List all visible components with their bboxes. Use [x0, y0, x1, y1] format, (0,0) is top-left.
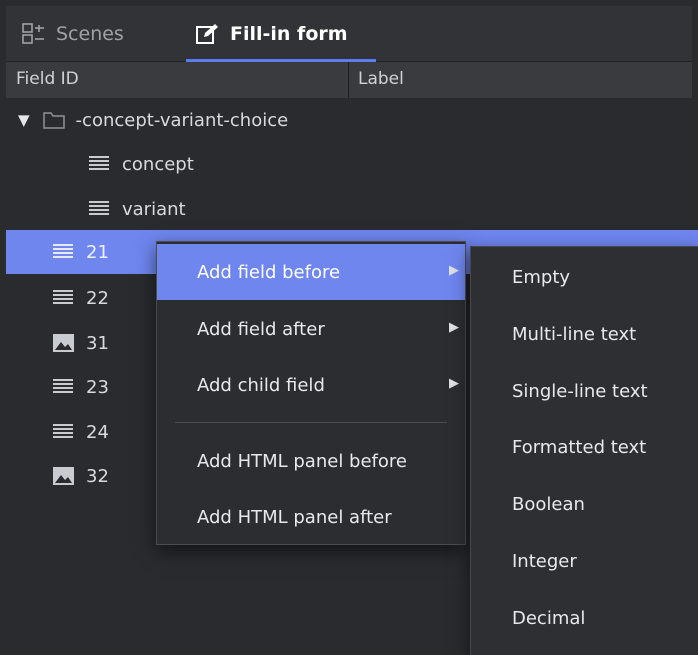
menu-item-add-html-panel-before[interactable]: Add HTML panel before [157, 433, 465, 489]
submenu-arrow-icon: ▶ [449, 263, 459, 278]
tree-row-label: 23 [86, 376, 109, 398]
menu-item-label: Add child field [197, 374, 325, 396]
tree-row-label: 22 [86, 287, 109, 309]
submenu-arrow-icon: ▶ [449, 320, 459, 335]
text-lines-icon [52, 423, 76, 441]
menu-item-add-html-panel-after[interactable]: Add HTML panel after [157, 489, 465, 545]
column-header: Field ID Label [6, 62, 692, 99]
image-icon [52, 333, 76, 353]
submenu-item-label: Empty [512, 267, 571, 288]
submenu-item-empty[interactable]: Empty [471, 249, 698, 306]
submenu-item-formatted-text[interactable]: Formatted text [471, 419, 698, 476]
folder-icon [42, 110, 66, 130]
text-lines-icon [88, 155, 112, 173]
submenu-item-decimal[interactable]: Decimal [471, 590, 698, 647]
text-lines-icon [88, 200, 112, 218]
tree-row-label: variant [122, 198, 186, 220]
submenu-arrow-icon: ▶ [449, 376, 459, 391]
column-resize-handle[interactable] [348, 62, 349, 98]
tree-row-label: 31 [86, 332, 109, 354]
menu-item-label: Add field before [197, 261, 341, 283]
menu-item-label: Add HTML panel after [197, 506, 392, 528]
tab-scenes-label: Scenes [56, 22, 124, 45]
image-icon [52, 466, 76, 486]
tree-row-label: concept [122, 153, 194, 175]
text-lines-icon [52, 243, 76, 261]
menu-item-add-child-field[interactable]: Add child field ▶ [157, 357, 465, 413]
scenes-icon [22, 22, 46, 45]
tree-row-label: -concept-variant-choice [75, 109, 289, 131]
expand-arrow-icon[interactable]: ▼ [18, 111, 30, 129]
submenu-item-multi-line-text[interactable]: Multi-line text [471, 306, 698, 363]
submenu-item-integer[interactable]: Integer [471, 533, 698, 590]
tree-row-label: 32 [86, 465, 109, 487]
menu-item-add-field-before[interactable]: Add field before ▶ [157, 244, 465, 300]
tab-fill-in-form[interactable]: Fill-in form [196, 6, 348, 61]
tree-row-concept[interactable]: concept [6, 142, 698, 186]
tab-scenes[interactable]: Scenes [22, 6, 124, 61]
tree-row-label: 21 [86, 241, 109, 263]
menu-item-label: Add HTML panel before [197, 450, 407, 472]
edit-form-icon [196, 23, 220, 45]
column-header-field-id[interactable]: Field ID [16, 69, 79, 89]
submenu-item-label: Formatted text [512, 437, 647, 458]
column-header-label[interactable]: Label [358, 69, 404, 89]
submenu-item-label: Multi-line text [512, 324, 637, 345]
submenu-item-single-line-text[interactable]: Single-line text [471, 363, 698, 420]
menu-item-label: Add field after [197, 318, 325, 340]
submenu-item-boolean[interactable]: Boolean [471, 476, 698, 533]
tab-bar: Scenes Fill-in form [6, 6, 692, 62]
context-menu: Add field before ▶ Add field after ▶ Add… [156, 241, 466, 545]
tree-row-variant[interactable]: variant [6, 187, 698, 231]
submenu-item-label: Boolean [512, 494, 585, 515]
field-type-submenu: Empty Multi-line text Single-line text F… [470, 246, 698, 655]
text-lines-icon [52, 289, 76, 307]
text-lines-icon [52, 378, 76, 396]
app-window: Scenes Fill-in form Field ID Label ▼ -co… [0, 0, 698, 655]
tab-fill-in-form-label: Fill-in form [230, 22, 348, 45]
submenu-item-label: Integer [512, 551, 577, 572]
tree-row-label: 24 [86, 421, 109, 443]
menu-item-add-field-after[interactable]: Add field after ▶ [157, 301, 465, 357]
submenu-item-label: Single-line text [512, 381, 648, 402]
submenu-item-label: Decimal [512, 608, 586, 629]
menu-divider [175, 422, 447, 423]
tree-row-concept-variant-choice[interactable]: ▼ -concept-variant-choice [6, 98, 698, 142]
